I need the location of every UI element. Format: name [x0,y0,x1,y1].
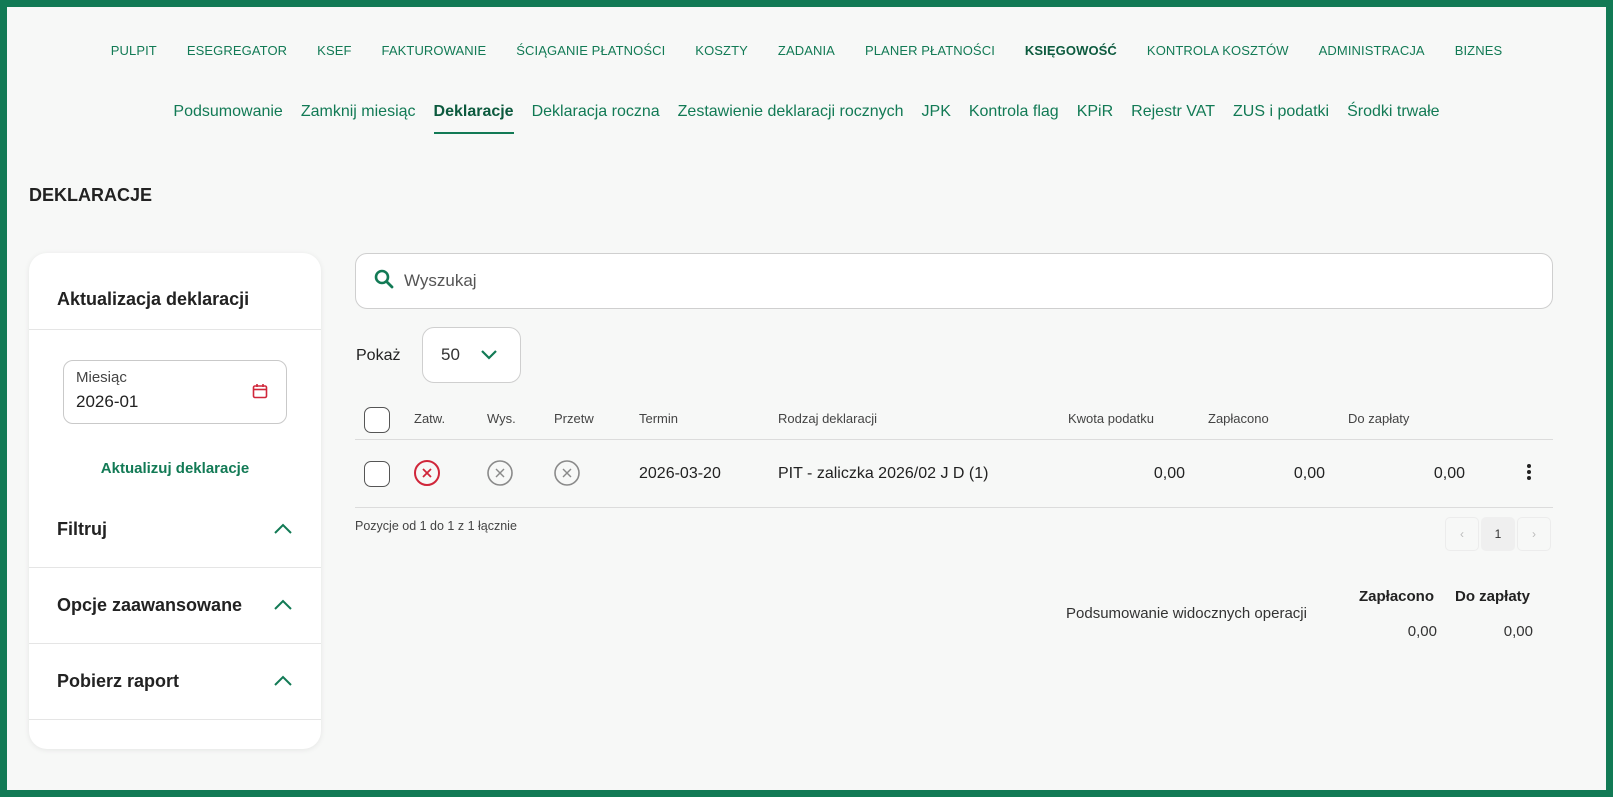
summary-label: Podsumowanie widocznych operacji [1066,605,1307,622]
header-termin[interactable]: Termin [639,411,678,426]
chevron-up-icon [273,671,293,692]
subnav-zus[interactable]: ZUS i podatki [1233,103,1329,134]
chevron-up-icon [273,519,293,540]
table-divider [355,507,1553,508]
cell-zaplacono: 0,00 [1293,465,1325,482]
subnav-kontrola-flag[interactable]: Kontrola flag [969,103,1059,134]
cell-rodzaj[interactable]: PIT - zaliczka 2026/02 J D (1) [778,465,988,483]
topnav-pulpit[interactable]: PULPIT [111,43,157,58]
summary-header-do-zaplaty: Do zapłaty [1455,588,1531,605]
topnav-ksef[interactable]: KSEF [317,43,351,58]
summary-value-zaplacono: 0,00 [1407,623,1437,640]
section-opcje-zaawansowane[interactable]: Opcje zaawansowane [29,568,321,644]
topnav-koszty[interactable]: KOSZTY [695,43,748,58]
row-checkbox[interactable] [364,461,390,487]
section-raport-label: Pobierz raport [57,671,180,691]
top-nav: PULPIT ESEGREGATOR KSEF FAKTUROWANIE ŚCI… [7,43,1606,58]
not-sent-icon[interactable] [486,459,514,492]
select-all-checkbox[interactable] [364,407,390,433]
cell-termin: 2026-03-20 [639,465,721,482]
not-processed-icon[interactable] [553,459,581,492]
subnav-srodki-trwale[interactable]: Środki trwałe [1347,103,1439,134]
row-menu-icon[interactable] [1525,462,1533,482]
panel-title: Aktualizacja deklaracji [29,253,321,330]
page-title: DEKLARACJE [29,185,153,205]
header-zaplacono[interactable]: Zapłacono [1208,411,1269,426]
table-divider [355,439,1553,440]
topnav-biznes[interactable]: BIZNES [1455,43,1503,58]
app-frame: PULPIT ESEGREGATOR KSEF FAKTUROWANIE ŚCI… [0,0,1613,797]
subnav-podsumowanie[interactable]: Podsumowanie [173,103,282,134]
subnav-kpir[interactable]: KPiR [1077,103,1113,134]
subnav-zestawienie[interactable]: Zestawienie deklaracji rocznych [678,103,904,134]
section-pobierz-raport[interactable]: Pobierz raport [29,644,321,720]
pagination-info: Pozycje od 1 do 1 z 1 łącznie [355,519,517,533]
search-input[interactable] [404,271,1504,291]
chevron-down-icon [480,345,498,365]
section-opcje-label: Opcje zaawansowane [57,595,243,615]
topnav-sciaganie-platnosci[interactable]: ŚCIĄGANIE PŁATNOŚCI [516,43,665,58]
topnav-kontrola-kosztow[interactable]: KONTROLA KOSZTÓW [1147,43,1289,58]
subnav-deklaracje[interactable]: Deklaracje [433,103,514,134]
page-size-value: 50 [441,345,460,364]
prev-page-button[interactable]: ‹ [1445,517,1479,551]
topnav-planer-platnosci[interactable]: PLANER PŁATNOŚCI [865,43,995,58]
cell-kwota: 0,00 [1153,465,1185,482]
update-declarations-link[interactable]: Aktualizuj deklaracje [29,460,321,477]
header-rodzaj[interactable]: Rodzaj deklaracji [778,411,877,426]
show-label: Pokaż [356,347,401,364]
section-filtruj-label: Filtruj [57,519,107,539]
subnav-jpk[interactable]: JPK [922,103,951,134]
chevron-up-icon [273,595,293,616]
header-wys[interactable]: Wys. [487,411,516,426]
header-przetw[interactable]: Przetw [554,411,594,426]
subnav-zamknij-miesiac[interactable]: Zamknij miesiąc [301,103,416,134]
search-icon [374,269,394,294]
section-filtruj[interactable]: Filtruj [29,492,321,568]
topnav-zadania[interactable]: ZADANIA [778,43,835,58]
header-zatw[interactable]: Zatw. [414,411,445,426]
header-kwota[interactable]: Kwota podatku [1068,411,1154,426]
subnav-rejestr-vat[interactable]: Rejestr VAT [1131,103,1215,134]
topnav-ksiegowosc[interactable]: KSIĘGOWOŚĆ [1025,43,1117,58]
not-approved-icon[interactable] [413,459,441,492]
calendar-icon[interactable] [252,383,268,404]
topnav-administracja[interactable]: ADMINISTRACJA [1319,43,1425,58]
header-do-zaplaty[interactable]: Do zapłaty [1348,411,1409,426]
sub-nav: Podsumowanie Zamknij miesiąc Deklaracje … [7,103,1606,134]
left-panel: Aktualizacja deklaracji Miesiąc 2026-01 … [29,253,321,749]
page-button-current[interactable]: 1 [1481,517,1515,551]
search-bar [355,253,1553,309]
cell-do-zaplaty: 0,00 [1433,465,1465,482]
page-size-select[interactable]: 50 [422,327,521,383]
month-field[interactable]: Miesiąc 2026-01 [63,360,287,424]
subnav-deklaracja-roczna[interactable]: Deklaracja roczna [532,103,660,134]
summary-value-do-zaplaty: 0,00 [1503,623,1533,640]
topnav-fakturowanie[interactable]: FAKTUROWANIE [382,43,487,58]
summary-header-zaplacono: Zapłacono [1359,588,1435,605]
topnav-esegregator[interactable]: ESEGREGATOR [187,43,287,58]
next-page-button[interactable]: › [1517,517,1551,551]
